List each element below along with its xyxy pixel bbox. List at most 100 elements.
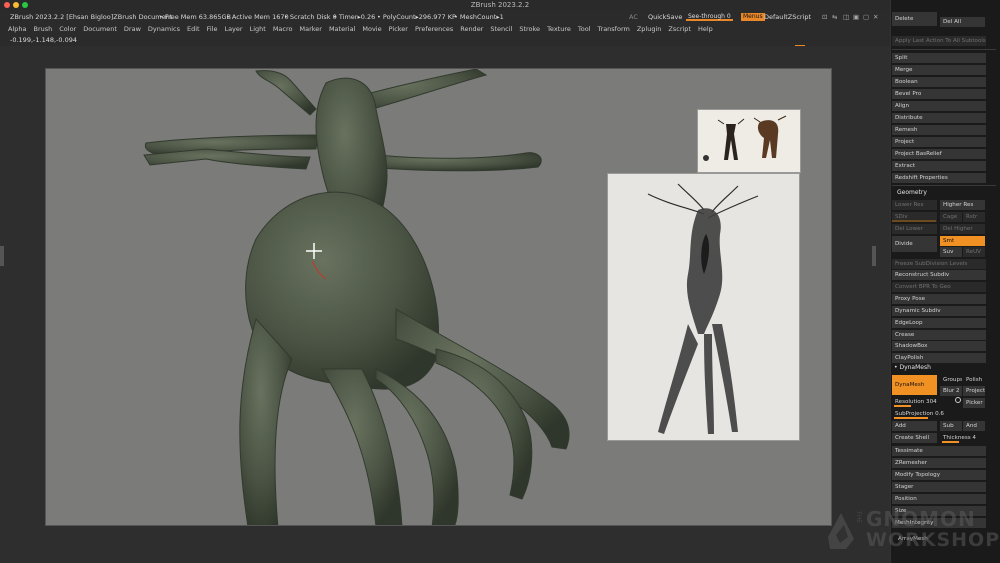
boolean-button[interactable]: Boolean: [892, 77, 986, 87]
menu-file[interactable]: File: [207, 24, 218, 35]
resolution-lock-icon[interactable]: [955, 397, 961, 403]
convert-bpr-button[interactable]: Convert BPR To Geo: [892, 282, 986, 292]
del-lower-button[interactable]: Del Lower: [892, 224, 937, 234]
menu-stencil[interactable]: Stencil: [490, 24, 512, 35]
menu-dynamics[interactable]: Dynamics: [148, 24, 180, 35]
menu-color[interactable]: Color: [59, 24, 76, 35]
apply-last-action-button[interactable]: Apply Last Action To All Subtools: [892, 36, 986, 46]
groups-toggle[interactable]: Groups: [940, 375, 962, 385]
project-button[interactable]: Project: [892, 137, 986, 147]
menu-movie[interactable]: Movie: [362, 24, 381, 35]
menu-bar: Alpha Brush Color Document Draw Dynamics…: [0, 24, 890, 35]
swap-icon[interactable]: ⇆: [832, 10, 837, 24]
layout-toggle-icon[interactable]: ⊡: [822, 10, 827, 24]
add-button[interactable]: Add: [892, 421, 937, 431]
reuv-toggle[interactable]: ReUV: [963, 247, 985, 257]
quicksave-button[interactable]: QuickSave: [648, 10, 682, 24]
subprojection-slider-fill: [894, 417, 928, 419]
reconstruct-subdiv-button[interactable]: Reconstruct Subdiv: [892, 270, 986, 280]
shadowbox-button[interactable]: ShadowBox: [892, 341, 986, 351]
reference-image-thumbnail[interactable]: [697, 109, 801, 173]
higher-res-button[interactable]: Higher Res: [940, 200, 985, 210]
split-button[interactable]: Split: [892, 53, 986, 63]
reference-image-large[interactable]: [607, 173, 800, 441]
menu-edit[interactable]: Edit: [187, 24, 200, 35]
menu-tool[interactable]: Tool: [578, 24, 591, 35]
remesh-button[interactable]: Remesh: [892, 125, 986, 135]
suv-toggle[interactable]: Suv: [940, 247, 962, 257]
arraymesh-button[interactable]: ArrayMesh: [892, 534, 986, 544]
dynamesh-button[interactable]: DynaMesh: [892, 375, 937, 395]
crease-button[interactable]: Crease: [892, 330, 986, 340]
size-button[interactable]: Size: [892, 506, 986, 516]
and-button[interactable]: And: [963, 421, 985, 431]
left-tray-handle[interactable]: [0, 246, 4, 266]
bevel-pro-button[interactable]: Bevel Pro: [892, 89, 986, 99]
stager-button[interactable]: Stager: [892, 482, 986, 492]
default-zscript-button[interactable]: DefaultZScript: [764, 10, 811, 24]
extract-button[interactable]: Extract: [892, 161, 986, 171]
menu-alpha[interactable]: Alpha: [8, 24, 26, 35]
menu-texture[interactable]: Texture: [547, 24, 571, 35]
maximize-icon[interactable]: ▢: [863, 10, 869, 24]
proxy-pose-button[interactable]: Proxy Pose: [892, 294, 986, 304]
smt-toggle[interactable]: Smt: [940, 236, 985, 246]
modify-topology-button[interactable]: Modify Topology: [892, 470, 986, 480]
free-mem-readout: • Free Mem 63.865GB: [159, 13, 232, 21]
tessimate-button[interactable]: Tessimate: [892, 446, 986, 456]
edgeloop-button[interactable]: EdgeLoop: [892, 318, 986, 328]
see-through-slider[interactable]: See-through 0: [686, 13, 733, 21]
quick-palette-icon[interactable]: ◫: [843, 10, 849, 24]
picker-button[interactable]: Picker: [963, 398, 985, 408]
lower-res-button[interactable]: Lower Res: [892, 200, 937, 210]
merge-button[interactable]: Merge: [892, 65, 986, 75]
right-tray-handle[interactable]: [872, 246, 876, 266]
redshift-properties-button[interactable]: Redshift Properties: [892, 173, 986, 183]
polish-toggle[interactable]: Polish: [963, 375, 985, 385]
menu-zplugin[interactable]: Zplugin: [637, 24, 662, 35]
menu-marker[interactable]: Marker: [299, 24, 321, 35]
divide-button[interactable]: Divide: [892, 236, 937, 252]
menu-draw[interactable]: Draw: [124, 24, 141, 35]
meshcount-readout: • MeshCount▸1: [454, 13, 504, 21]
delete-button[interactable]: Delete: [892, 12, 937, 26]
zremesher-button[interactable]: ZRemesher: [892, 458, 986, 468]
align-button[interactable]: Align: [892, 101, 986, 111]
menu-brush[interactable]: Brush: [33, 24, 52, 35]
cage-button[interactable]: Cage: [940, 212, 962, 222]
menu-zscript[interactable]: Zscript: [668, 24, 691, 35]
palette-icon[interactable]: ▣: [853, 10, 859, 24]
meshintegrity-button[interactable]: MeshIntegrity: [892, 518, 986, 528]
menu-layer[interactable]: Layer: [224, 24, 242, 35]
menu-picker[interactable]: Picker: [389, 24, 408, 35]
menu-macro[interactable]: Macro: [273, 24, 293, 35]
blur-slider[interactable]: Blur 2: [940, 386, 962, 396]
dynamesh-header[interactable]: • DynaMesh: [894, 363, 931, 373]
menu-stroke[interactable]: Stroke: [519, 24, 540, 35]
menus-toggle[interactable]: Menus: [741, 13, 765, 21]
geometry-header[interactable]: Geometry: [897, 188, 927, 198]
rstr-button[interactable]: Rstr: [963, 212, 985, 222]
distribute-button[interactable]: Distribute: [892, 113, 986, 123]
del-higher-button[interactable]: Del Higher: [940, 224, 985, 234]
project-basrelief-button[interactable]: Project BasRelief: [892, 149, 986, 159]
dynamic-subdiv-button[interactable]: Dynamic Subdiv: [892, 306, 986, 316]
create-shell-button[interactable]: Create Shell: [892, 433, 937, 443]
close-palette-icon[interactable]: ✕: [873, 10, 878, 24]
menu-transform[interactable]: Transform: [598, 24, 630, 35]
menu-document[interactable]: Document: [83, 24, 117, 35]
sub-button[interactable]: Sub: [940, 421, 962, 431]
project-toggle[interactable]: Project: [963, 386, 985, 396]
position-button[interactable]: Position: [892, 494, 986, 504]
del-all-button[interactable]: Del All: [940, 17, 985, 27]
menu-render[interactable]: Render: [460, 24, 483, 35]
menu-preferences[interactable]: Preferences: [415, 24, 453, 35]
claypolish-button[interactable]: ClayPolish: [892, 353, 986, 363]
menu-light[interactable]: Light: [250, 24, 266, 35]
polycount-readout: • PolyCount▸296.977 KP: [377, 13, 456, 21]
menu-material[interactable]: Material: [329, 24, 355, 35]
canvas[interactable]: [45, 68, 832, 526]
freeze-subdivision-button[interactable]: Freeze SubDivision Levels: [892, 259, 986, 269]
ac-button[interactable]: AC: [629, 10, 638, 24]
menu-help[interactable]: Help: [698, 24, 713, 35]
